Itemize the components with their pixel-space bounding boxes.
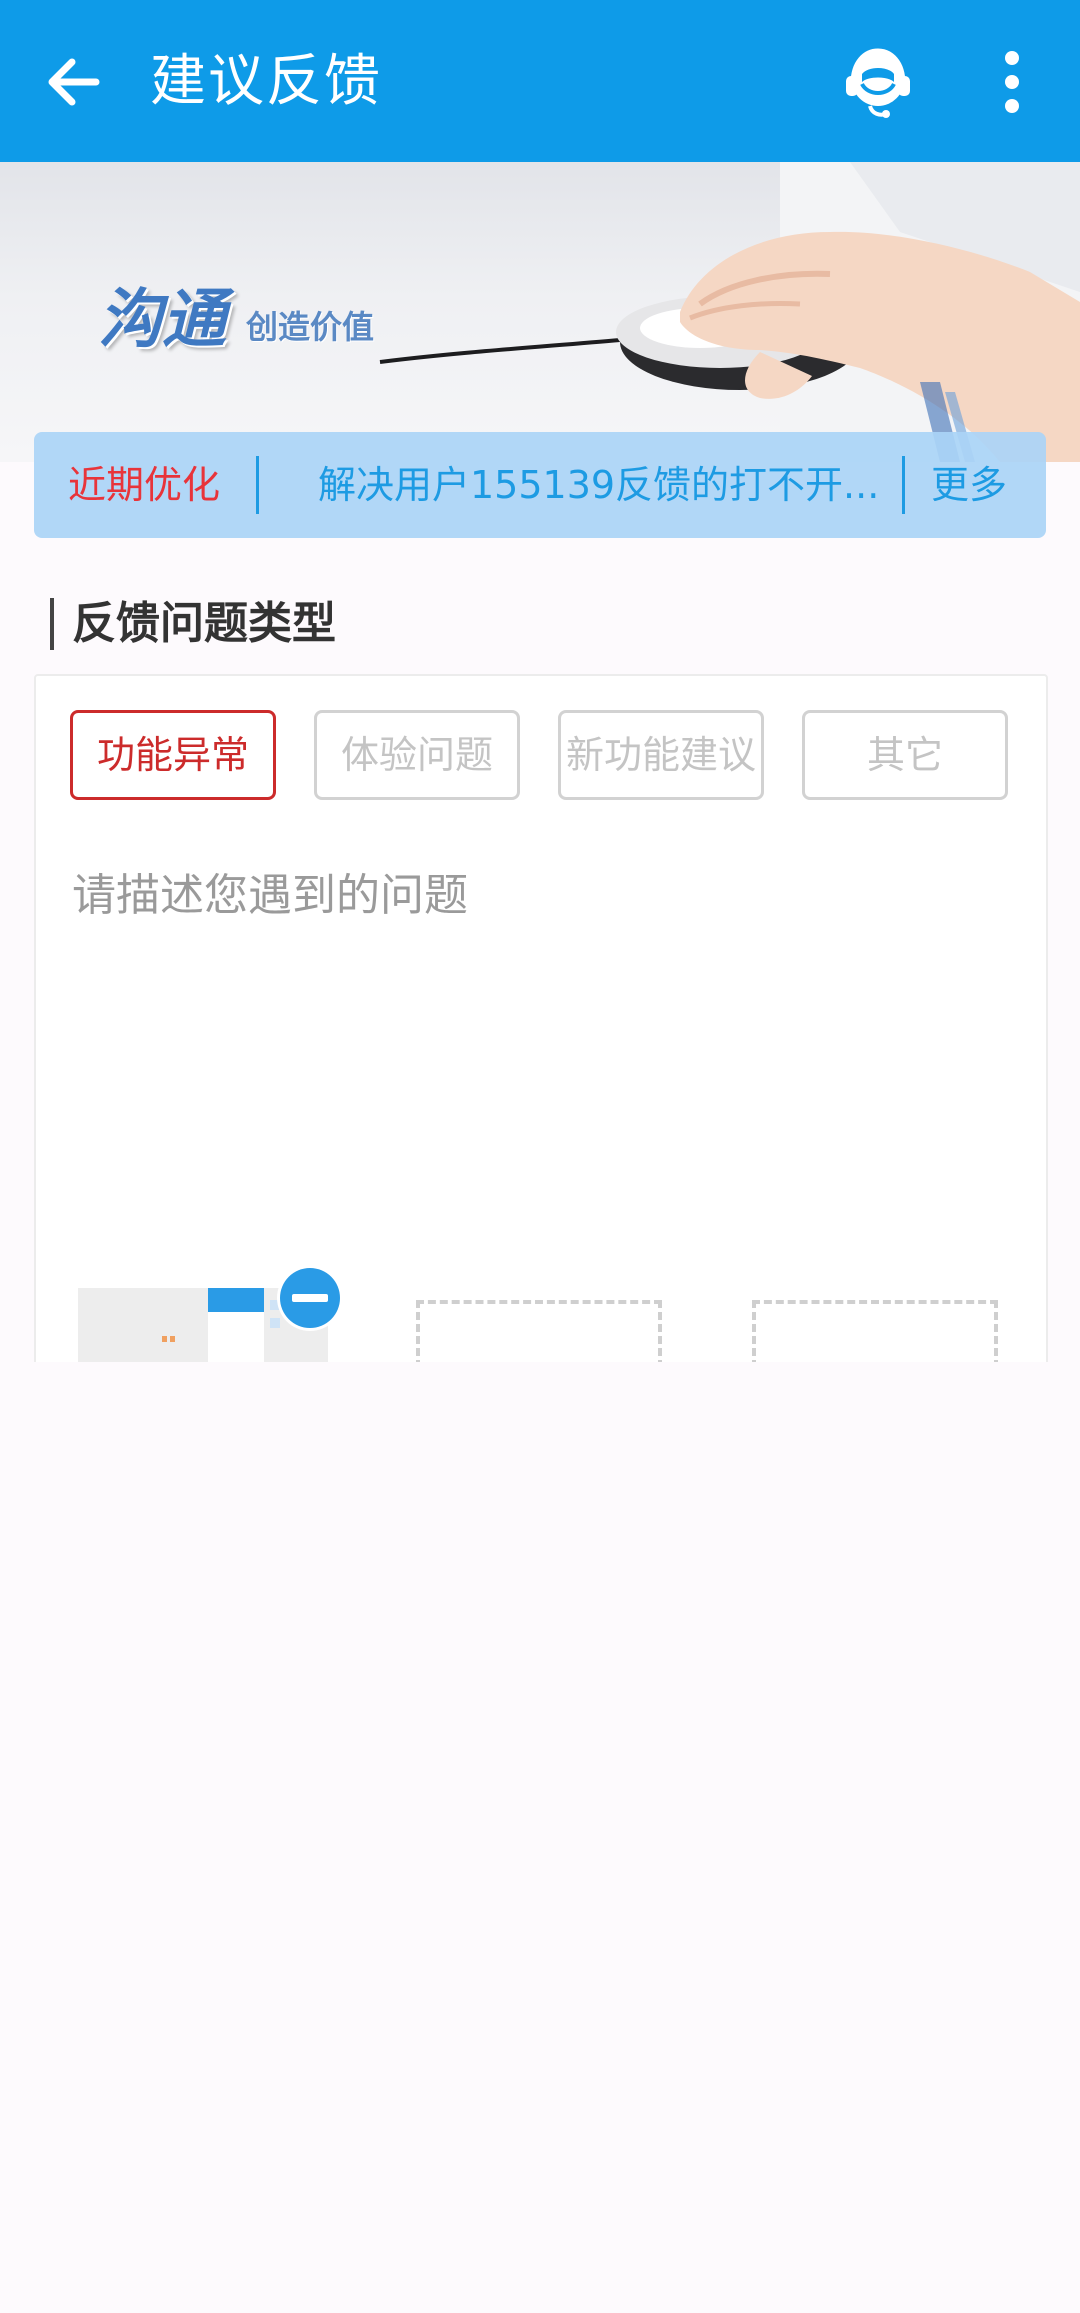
thumbnail-panel-header — [208, 1288, 264, 1312]
type-chip-new-feature[interactable]: 新功能建议 — [558, 710, 764, 800]
section-accent-bar — [50, 598, 54, 650]
notice-divider — [902, 456, 905, 514]
type-chip-other[interactable]: 其它 — [802, 710, 1008, 800]
customer-service-headset-icon[interactable] — [840, 44, 916, 120]
section-title: 反馈问题类型 — [72, 598, 336, 649]
minus-circle-icon[interactable] — [280, 1268, 340, 1328]
app-bar: 建议反馈 — [0, 0, 1080, 162]
feedback-screen: 建议反馈 沟通 创造价值 近期优化 解决用户155139反馈的打不开... 更多… — [0, 0, 1080, 2313]
minus-bar — [292, 1294, 328, 1302]
blank-area — [0, 1362, 1080, 2313]
banner-slogan-sub: 创造价值 — [246, 308, 375, 346]
type-chip-function-error[interactable]: 功能异常 — [70, 710, 276, 800]
page-title: 建议反馈 — [150, 49, 382, 114]
description-input[interactable] — [72, 866, 1002, 1166]
banner-slogan-main: 沟通 — [98, 283, 226, 357]
notice-text[interactable]: 解决用户155139反馈的打不开... — [318, 432, 918, 538]
thumbnail-dots — [162, 1336, 175, 1342]
notice-more-link[interactable]: 更多 — [931, 432, 1007, 538]
banner-image: 沟通 创造价值 — [0, 162, 1080, 462]
notice-label: 近期优化 — [68, 463, 221, 507]
recent-optimization-bar[interactable]: 近期优化 解决用户155139反馈的打不开... 更多 — [34, 432, 1046, 538]
more-vertical-icon[interactable] — [982, 46, 1042, 118]
type-chip-experience[interactable]: 体验问题 — [314, 710, 520, 800]
notice-divider — [256, 456, 259, 514]
arrow-left-icon[interactable] — [38, 46, 110, 118]
